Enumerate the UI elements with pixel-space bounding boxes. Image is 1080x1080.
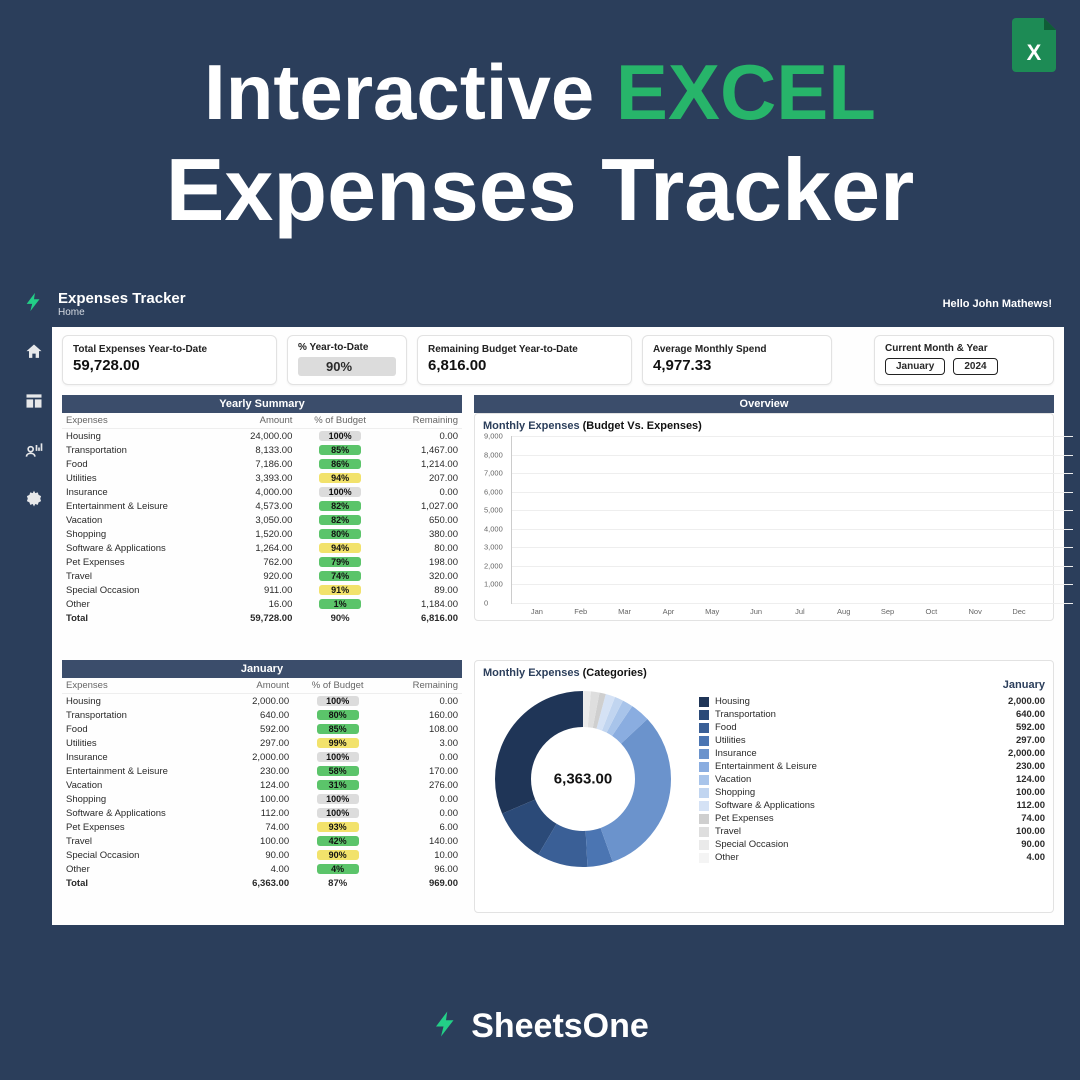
- metric-remaining-value: 6,816.00: [428, 357, 621, 374]
- legend-item: Housing 2,000.00: [699, 695, 1045, 708]
- table-total-row: Total59,728.00 90%6,816.00: [62, 611, 462, 625]
- brand-name: SheetsOne: [471, 1007, 649, 1046]
- table-row: Pet Expenses 762.00 79% 198.00: [62, 555, 462, 569]
- greeting: Hello John Mathews!: [943, 298, 1052, 310]
- sidebar: [16, 285, 52, 925]
- legend-item: Special Occasion 90.00: [699, 838, 1045, 851]
- donut-chart: 6,363.00: [483, 679, 683, 879]
- monthly-bar-chart: 0 1,000 2,000 3,000 4,000 5,000 6,000 7,…: [483, 436, 1045, 616]
- footer-brand: SheetsOne: [0, 1007, 1080, 1046]
- metric-month-label: Current Month & Year: [885, 343, 1043, 354]
- legend-item: Software & Applications 112.00: [699, 799, 1045, 812]
- metric-pct: % Year-to-Date 90%: [287, 335, 407, 385]
- headline-interactive: Interactive: [204, 48, 594, 136]
- table-row: Housing 24,000.00 100% 0.00: [62, 429, 462, 444]
- legend-item: Entertainment & Leisure 230.00: [699, 760, 1045, 773]
- metric-ytd: Total Expenses Year-to-Date 59,728.00: [62, 335, 277, 385]
- metric-ytd-label: Total Expenses Year-to-Date: [73, 344, 266, 355]
- headline-expenses: Expenses Tracker: [0, 142, 1080, 239]
- app-subtitle: Home: [58, 307, 186, 318]
- table-row: Entertainment & Leisure 230.00 58% 170.0…: [62, 764, 462, 778]
- table-row: Software & Applications 1,264.00 94% 80.…: [62, 541, 462, 555]
- metric-avg-label: Average Monthly Spend: [653, 344, 821, 355]
- table-row: Software & Applications 112.00 100% 0.00: [62, 806, 462, 820]
- year-selector[interactable]: 2024: [953, 358, 997, 375]
- metric-avg-value: 4,977.33: [653, 357, 821, 374]
- donut-center-value: 6,363.00: [554, 771, 612, 788]
- app-screenshot: Expenses Tracker Home Hello John Mathews…: [16, 285, 1064, 925]
- legend-item: Shopping 100.00: [699, 786, 1045, 799]
- overview-header: Overview: [474, 395, 1054, 413]
- legend-item: Transportation 640.00: [699, 708, 1045, 721]
- table-icon[interactable]: [24, 391, 44, 416]
- table-row: Vacation 3,050.00 82% 650.00: [62, 513, 462, 527]
- metric-ytd-value: 59,728.00: [73, 357, 266, 374]
- logo-bolt-icon: [23, 291, 45, 318]
- legend-item: Insurance 2,000.00: [699, 747, 1045, 760]
- bar-chart-subtitle: (Budget Vs. Expenses): [583, 420, 702, 432]
- yearly-summary-header: Yearly Summary: [62, 395, 462, 413]
- metric-avg: Average Monthly Spend 4,977.33: [642, 335, 832, 385]
- table-row: Shopping 100.00 100% 0.00: [62, 792, 462, 806]
- donut-title: Monthly Expenses: [483, 667, 580, 679]
- promo-headline: Interactive EXCEL Expenses Tracker: [0, 0, 1080, 239]
- metric-current-month: Current Month & Year January 2024: [874, 335, 1054, 385]
- table-row: Housing 2,000.00 100% 0.00: [62, 694, 462, 709]
- legend-item: Food 592.00: [699, 721, 1045, 734]
- brand-bolt-icon: [431, 1009, 461, 1044]
- home-icon[interactable]: [24, 342, 44, 367]
- month-selector[interactable]: January: [885, 358, 945, 375]
- table-row: Food 592.00 85% 108.00: [62, 722, 462, 736]
- metric-remaining: Remaining Budget Year-to-Date 6,816.00: [417, 335, 632, 385]
- excel-file-icon: X: [1012, 18, 1056, 77]
- headline-excel: EXCEL: [616, 48, 876, 136]
- svg-text:X: X: [1027, 40, 1042, 65]
- bar-chart-box: Monthly Expenses (Budget Vs. Expenses) 0…: [474, 413, 1054, 621]
- table-row: Vacation 124.00 31% 276.00: [62, 778, 462, 792]
- donut-subtitle: (Categories): [583, 667, 647, 679]
- legend-item: Travel 100.00: [699, 825, 1045, 838]
- legend-item: Other 4.00: [699, 851, 1045, 864]
- table-row: Entertainment & Leisure 4,573.00 82% 1,0…: [62, 499, 462, 513]
- legend-item: Vacation 124.00: [699, 773, 1045, 786]
- table-row: Other 16.00 1% 1,184.00: [62, 597, 462, 611]
- metric-remaining-label: Remaining Budget Year-to-Date: [428, 344, 621, 355]
- settings-gear-icon[interactable]: [24, 489, 44, 514]
- titlebar: Expenses Tracker Home Hello John Mathews…: [52, 285, 1064, 327]
- user-analytics-icon[interactable]: [24, 440, 44, 465]
- metric-pct-value: 90%: [298, 357, 396, 376]
- table-total-row: Total6,363.00 87%969.00: [62, 876, 462, 890]
- monthly-header: January: [62, 660, 462, 678]
- yearly-summary-panel: Yearly Summary ExpensesAmount% of Budget…: [62, 395, 462, 648]
- table-row: Special Occasion 911.00 91% 89.00: [62, 583, 462, 597]
- table-row: Utilities 3,393.00 94% 207.00: [62, 471, 462, 485]
- table-row: Travel 920.00 74% 320.00: [62, 569, 462, 583]
- table-row: Shopping 1,520.00 80% 380.00: [62, 527, 462, 541]
- legend-item: Utilities 297.00: [699, 734, 1045, 747]
- app-title: Expenses Tracker: [58, 290, 186, 307]
- table-row: Special Occasion 90.00 90% 10.00: [62, 848, 462, 862]
- table-row: Transportation 8,133.00 85% 1,467.00: [62, 443, 462, 457]
- metric-pct-label: % Year-to-Date: [298, 342, 396, 353]
- table-row: Other 4.00 4% 96.00: [62, 862, 462, 876]
- monthly-table: ExpensesAmount% of BudgetRemaining Housi…: [62, 678, 462, 890]
- donut-legend: January Housing 2,000.00 Transportation …: [699, 679, 1045, 879]
- yearly-summary-table: ExpensesAmount% of BudgetRemaining Housi…: [62, 413, 462, 625]
- table-row: Utilities 297.00 99% 3.00: [62, 736, 462, 750]
- bar-chart-title: Monthly Expenses: [483, 420, 580, 432]
- table-row: Transportation 640.00 80% 160.00: [62, 708, 462, 722]
- monthly-panel: January ExpensesAmount% of BudgetRemaini…: [62, 660, 462, 913]
- legend-item: Pet Expenses 74.00: [699, 812, 1045, 825]
- table-row: Food 7,186.00 86% 1,214.00: [62, 457, 462, 471]
- table-row: Insurance 4,000.00 100% 0.00: [62, 485, 462, 499]
- donut-chart-box: Monthly Expenses (Categories) 6,363.00 J…: [474, 660, 1054, 913]
- table-row: Pet Expenses 74.00 93% 6.00: [62, 820, 462, 834]
- overview-panel: Overview Monthly Expenses (Budget Vs. Ex…: [474, 395, 1054, 648]
- table-row: Insurance 2,000.00 100% 0.00: [62, 750, 462, 764]
- table-row: Travel 100.00 42% 140.00: [62, 834, 462, 848]
